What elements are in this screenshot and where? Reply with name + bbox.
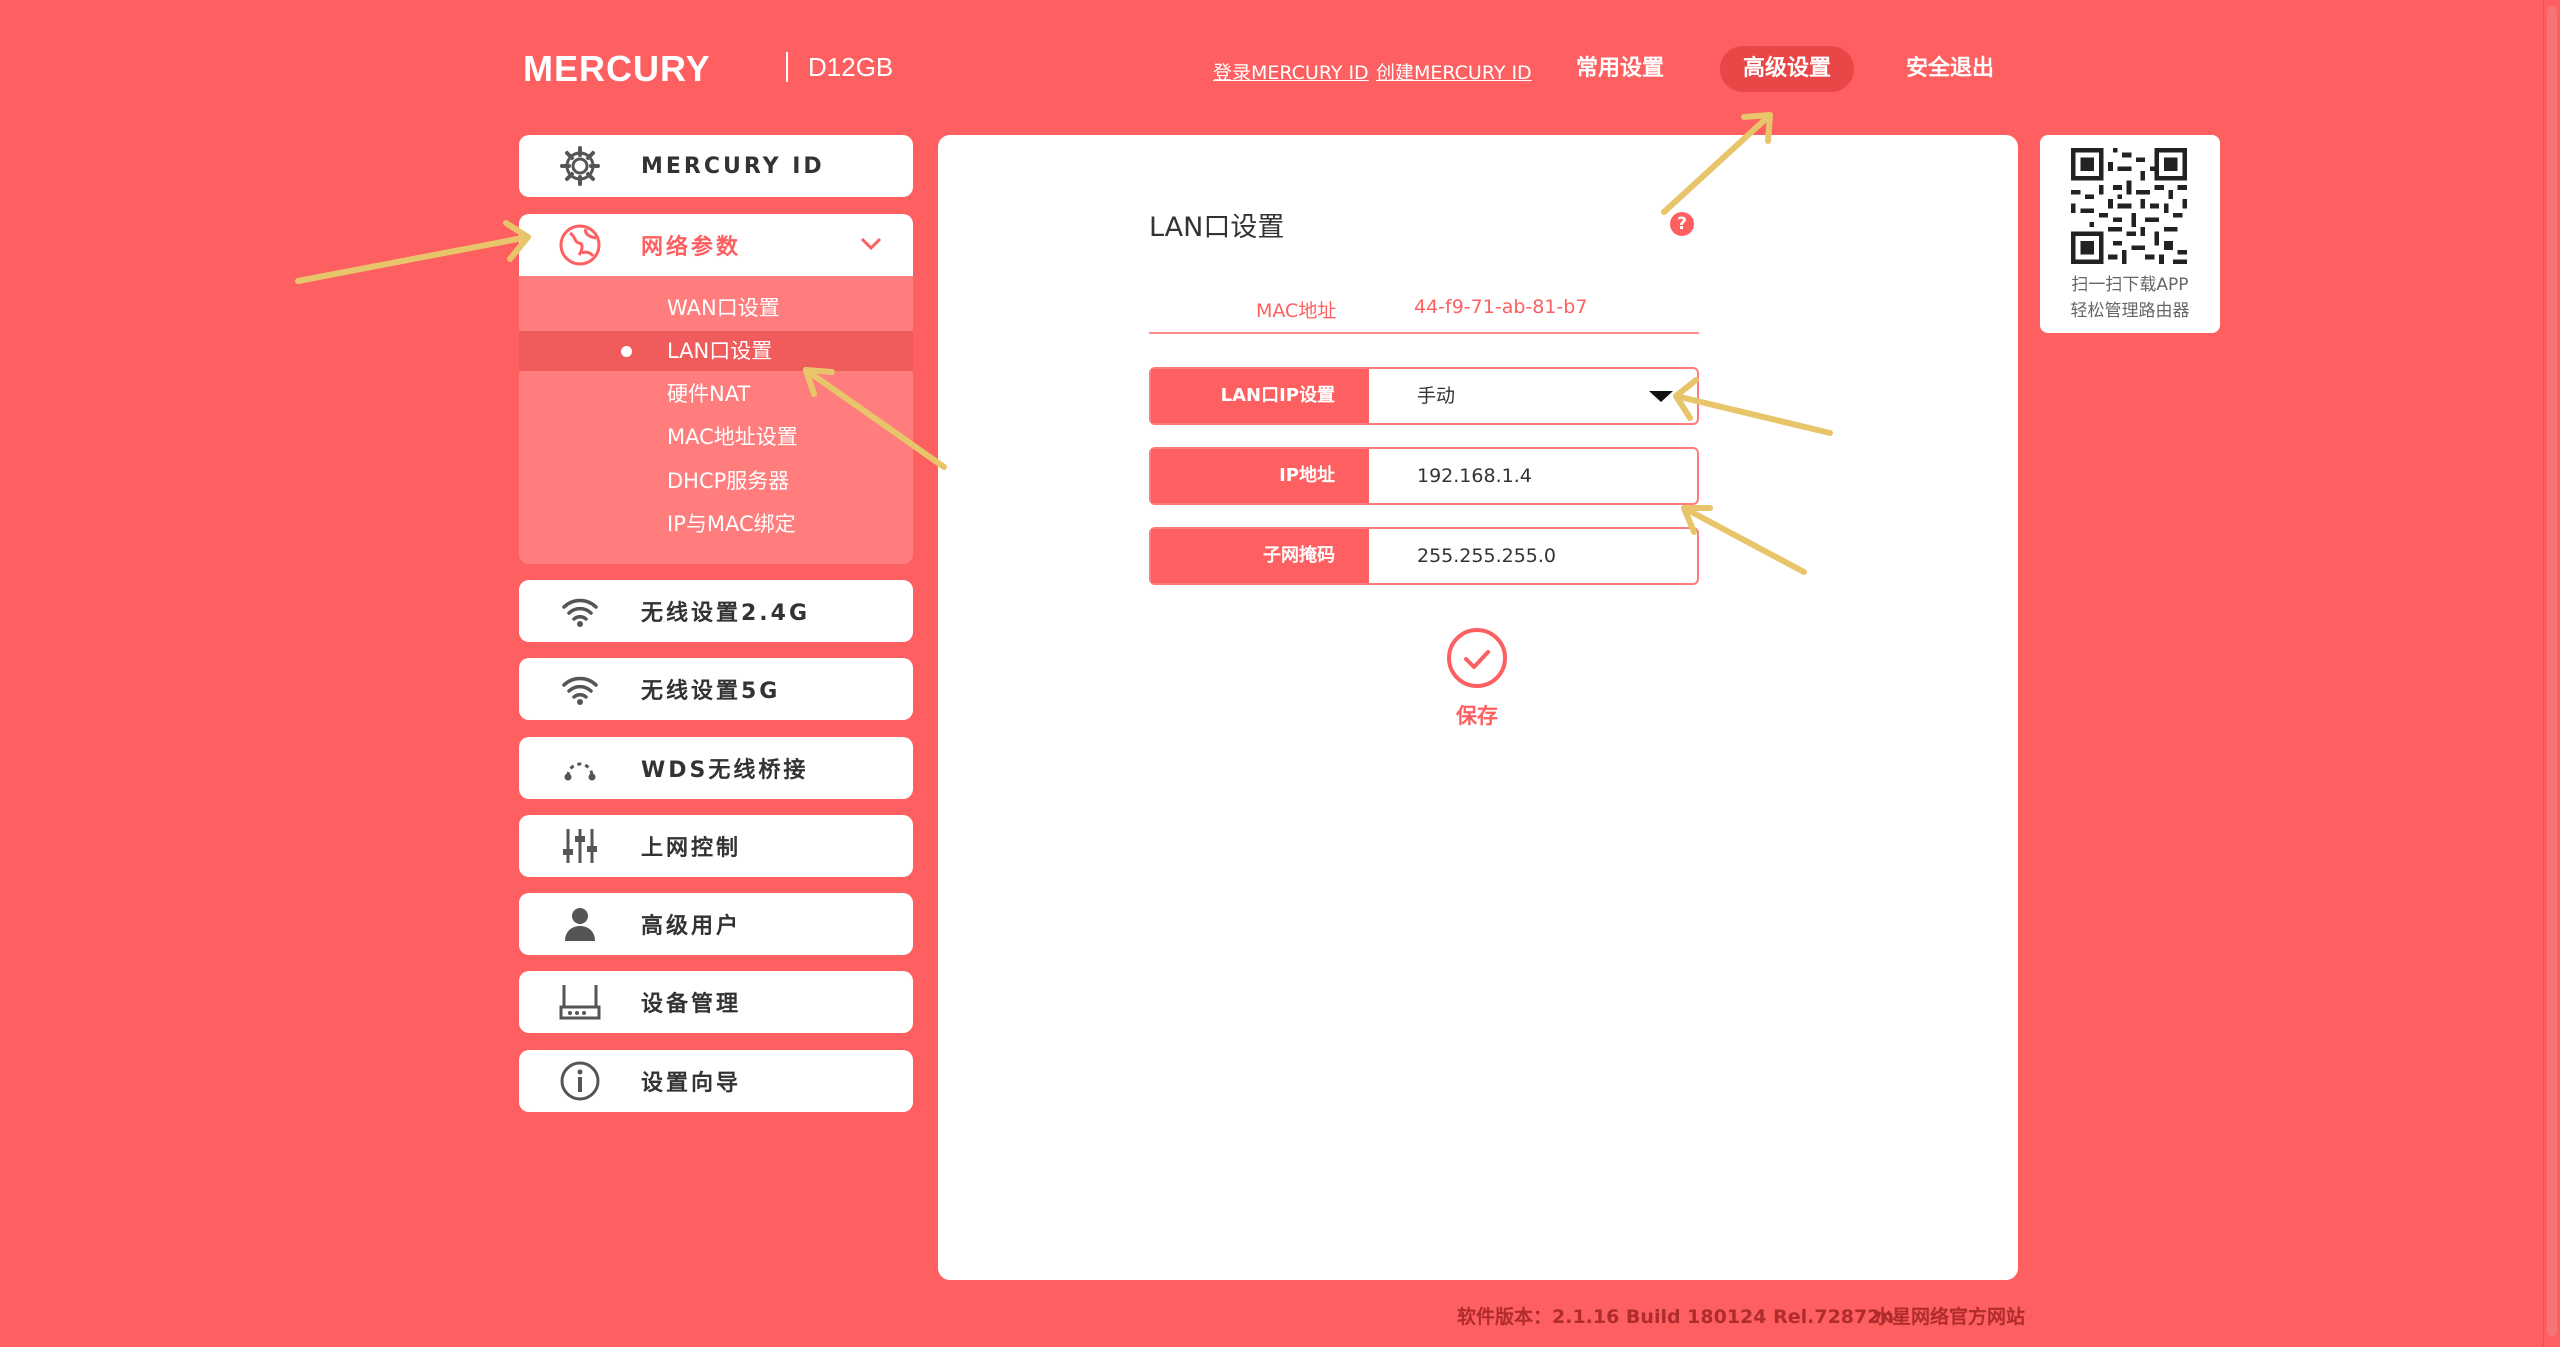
network-submenu: WAN口设置 LAN口设置 硬件NAT MAC地址设置 DHCP服务器 IP与M…	[519, 276, 913, 564]
sidebar-item-label: 网络参数	[641, 235, 742, 260]
submenu-item-mac[interactable]: MAC地址设置	[519, 417, 913, 457]
brand-logo: MERCURY	[523, 48, 711, 89]
subnet-mask-input[interactable]: 255.255.255.0	[1417, 529, 1556, 583]
wifi-icon	[519, 595, 641, 627]
sidebar-item-device-management[interactable]: 设备管理	[519, 971, 913, 1033]
gear-icon	[519, 145, 641, 187]
nav-advanced-settings[interactable]: 高级设置	[1720, 46, 1854, 92]
qr-code-icon	[2071, 148, 2187, 264]
submenu-item-dhcp[interactable]: DHCP服务器	[519, 461, 913, 501]
sidebar-item-wifi-5g[interactable]: 无线设置5G	[519, 658, 913, 720]
chevron-down-icon	[860, 237, 882, 251]
subnet-mask-label: 子网掩码	[1151, 529, 1369, 583]
scrollbar[interactable]	[2543, 0, 2560, 1347]
ip-address-label: IP地址	[1151, 449, 1369, 503]
logo-divider	[786, 52, 788, 82]
ip-address-input[interactable]: 192.168.1.4	[1417, 449, 1532, 503]
nav-common-settings[interactable]: 常用设置	[1560, 46, 1680, 92]
bridge-icon	[519, 754, 641, 782]
sidebar-item-mercury-id[interactable]: MERCURY ID	[519, 135, 913, 197]
mac-address-label: MAC地址	[1256, 300, 1337, 322]
sidebar-item-wds[interactable]: WDS无线桥接	[519, 737, 913, 799]
sidebar-item-label: 设备管理	[641, 992, 742, 1017]
dropdown-caret-icon[interactable]	[1649, 391, 1673, 402]
user-icon	[519, 906, 641, 942]
info-icon	[519, 1061, 641, 1101]
login-mercury-id-link[interactable]: 登录MERCURY ID	[1213, 58, 1369, 85]
official-site-link[interactable]: 水星网络官方网站	[1873, 1302, 2025, 1329]
save-button[interactable]	[1447, 628, 1507, 688]
sidebar-item-label: MERCURY ID	[641, 153, 825, 179]
save-label[interactable]: 保存	[1456, 700, 1498, 730]
create-mercury-id-link[interactable]: 创建MERCURY ID	[1376, 58, 1532, 85]
scrollbar-thumb[interactable]	[2547, 6, 2557, 1336]
page-title: LAN口设置	[1149, 212, 1285, 243]
lan-ip-mode-select[interactable]: LAN口IP设置 手动	[1149, 367, 1699, 425]
checkmark-icon	[1464, 650, 1490, 669]
annotation-arrow-icon	[295, 234, 531, 284]
sidebar-item-label: 高级用户	[641, 914, 742, 939]
sidebar-item-label: 无线设置5G	[641, 679, 781, 704]
sidebar-item-label: 上网控制	[641, 836, 742, 861]
ip-address-field[interactable]: IP地址 192.168.1.4	[1149, 447, 1699, 505]
mac-address-value: 44-f9-71-ab-81-b7	[1414, 296, 1588, 318]
header: MERCURY D12GB 登录MERCURY ID 创建MERCURY ID …	[0, 0, 2560, 130]
qr-caption-line1: 扫一扫下载APP	[2071, 275, 2189, 295]
subnet-mask-field[interactable]: 子网掩码 255.255.255.0	[1149, 527, 1699, 585]
nav-logout[interactable]: 安全退出	[1890, 46, 2010, 92]
qr-caption-line2: 轻松管理路由器	[2070, 301, 2190, 321]
submenu-item-ip-mac-binding[interactable]: IP与MAC绑定	[519, 504, 913, 544]
sidebar-item-network[interactable]: 网络参数	[519, 214, 913, 276]
globe-icon	[519, 223, 641, 267]
router-icon	[519, 983, 641, 1021]
active-dot-icon	[621, 346, 632, 357]
wifi-icon	[519, 673, 641, 705]
sidebar-item-access-control[interactable]: 上网控制	[519, 815, 913, 877]
sidebar-item-label: WDS无线桥接	[641, 758, 809, 783]
firmware-version: 软件版本：2.1.16 Build 180124 Rel.72872n	[1457, 1306, 1894, 1328]
model-name: D12GB	[808, 52, 894, 82]
sidebar-item-label: 无线设置2.4G	[641, 601, 811, 626]
sliders-icon	[519, 827, 641, 865]
sidebar-item-label: 设置向导	[641, 1071, 742, 1096]
submenu-item-lan[interactable]: LAN口设置	[519, 331, 913, 371]
help-icon[interactable]: ?	[1670, 212, 1694, 236]
sidebar-item-advanced-user[interactable]: 高级用户	[519, 893, 913, 955]
lan-ip-mode-label: LAN口IP设置	[1151, 369, 1369, 423]
submenu-item-wan[interactable]: WAN口设置	[519, 288, 913, 328]
sidebar-item-setup-wizard[interactable]: 设置向导	[519, 1050, 913, 1112]
submenu-item-hardware-nat[interactable]: 硬件NAT	[519, 374, 913, 414]
lan-ip-mode-value[interactable]: 手动	[1417, 369, 1455, 423]
sidebar-item-wifi-24g[interactable]: 无线设置2.4G	[519, 580, 913, 642]
